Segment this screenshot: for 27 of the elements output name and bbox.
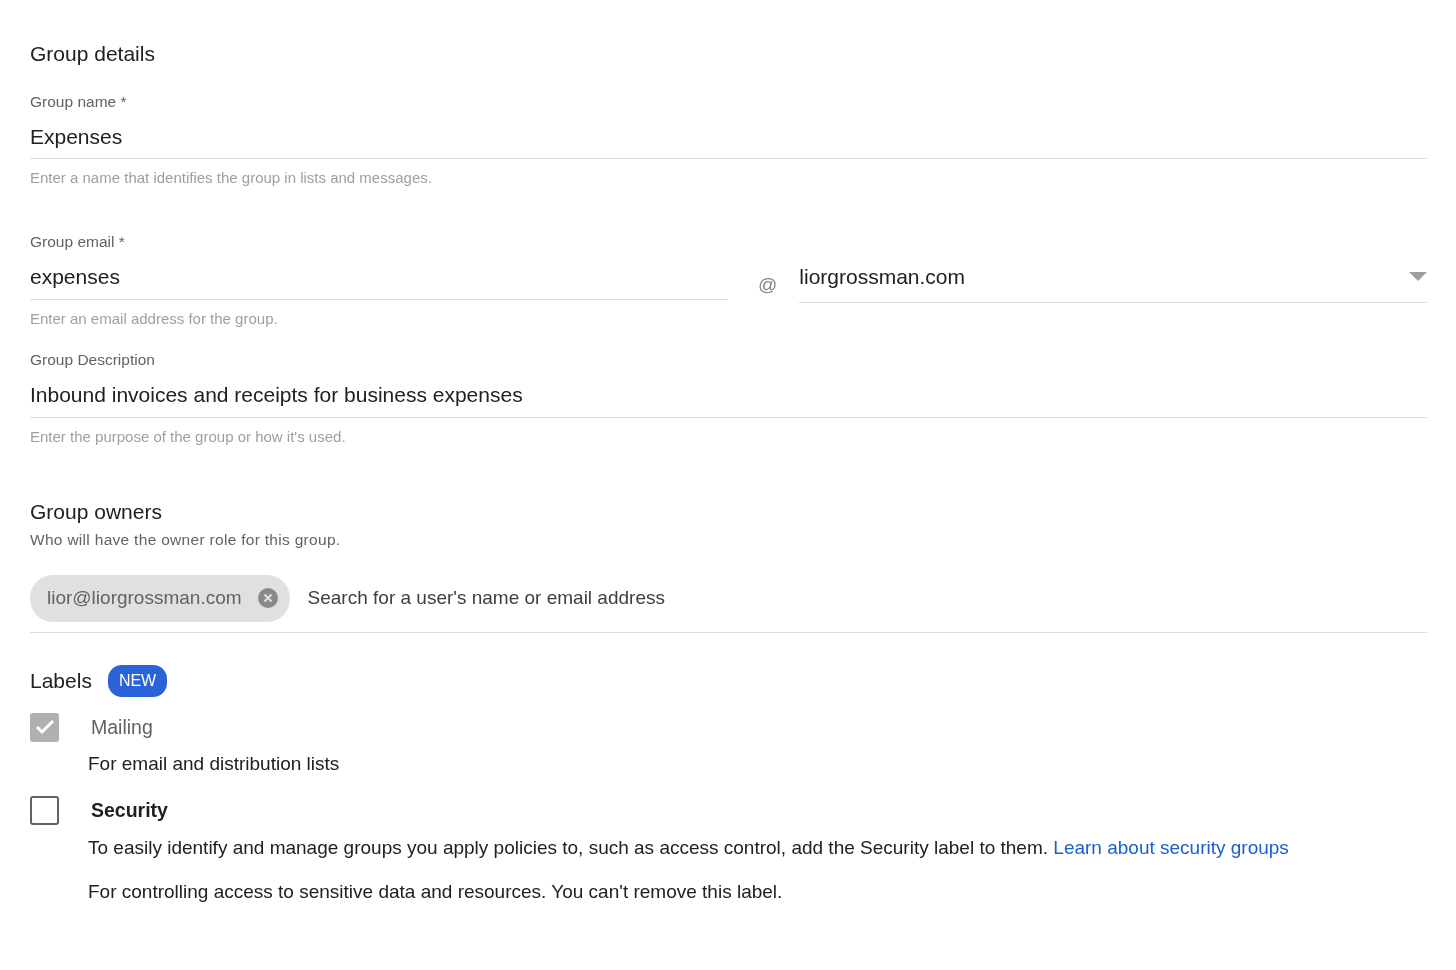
field-label: Group Description <box>30 350 156 370</box>
domain-dropdown[interactable]: liorgrossman.com <box>799 261 1427 303</box>
section-subtitle: Who will have the owner role for this group. <box>30 529 342 550</box>
label-description: For email and distribution lists <box>88 751 341 776</box>
checkmark-icon <box>34 719 55 736</box>
close-icon[interactable] <box>257 588 278 609</box>
section-title: Group owners <box>30 499 163 526</box>
field-label: Group name * <box>30 91 128 112</box>
field-label: Group email * <box>30 231 126 252</box>
email-field[interactable]: expenses <box>30 261 728 300</box>
label-name: Mailing <box>91 714 153 740</box>
label-description: For controlling access to sensitive data and resources. You can't remove this label. <box>88 880 784 904</box>
section-title: Group details <box>30 41 156 67</box>
text-field[interactable]: Inbound invoices and receipts for business expenses <box>30 379 1427 418</box>
label-name: Security <box>91 798 168 824</box>
text-field[interactable]: Expenses <box>30 120 1427 160</box>
new-badge: NEW <box>107 664 168 697</box>
learn-more-link[interactable]: Learn about security groups <box>1053 836 1289 858</box>
label-info: To easily identify and manage groups you apply policies to, such as access control, add the Security label to them. Learn about security groups <box>88 835 1290 860</box>
helper-text: Enter an email address for the group. <box>30 308 279 329</box>
owner-chip: lior@liorgrossman.com <box>30 575 290 622</box>
helper-text: Enter a name that identifies the group in lists and messages. <box>30 168 433 189</box>
dropdown-arrow-icon <box>1409 272 1427 282</box>
section-title: Labels <box>30 667 92 694</box>
helper-text: Enter the purpose of the group or how it's used. <box>30 426 347 447</box>
at-sign: @ <box>758 273 778 297</box>
checkbox[interactable] <box>30 796 59 826</box>
